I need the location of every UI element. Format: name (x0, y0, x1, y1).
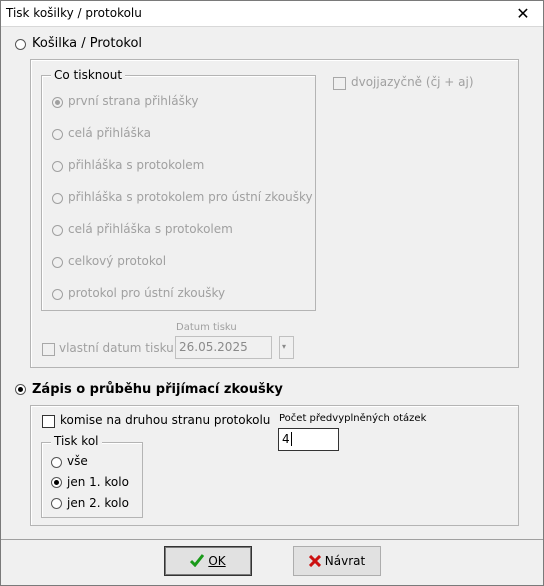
tisk-kol-legend: Tisk kol (51, 434, 102, 448)
co-tisknout-legend: Co tisknout (51, 68, 126, 82)
print-option-label: první strana přihlášky (68, 94, 199, 108)
print-option-label: protokol pro ústní zkoušky (68, 286, 226, 300)
zapis-radio-label: Zápis o průběhu přijímací zkoušky (32, 382, 283, 397)
print-option-label: celkový protokol (68, 254, 167, 268)
kosilka-radio[interactable] (15, 39, 26, 50)
ok-button-content: OK (165, 554, 251, 568)
chevron-down-icon: ▾ (282, 342, 287, 351)
dialog-window: Tisk košilky / protokolu ✕ Košilka / Pro… (0, 0, 544, 586)
button-separator (1, 539, 543, 540)
print-option-label: přihláška s protokolem (68, 158, 205, 172)
print-option-radio[interactable] (52, 193, 63, 204)
tisk-kol-label: jen 2. kolo (67, 496, 129, 510)
navrat-button-content: Návrat (294, 554, 380, 568)
vlastni-datum-label: vlastní datum tisku (59, 341, 174, 355)
ok-button[interactable]: OK (164, 546, 252, 576)
dvojjazycne-checkbox[interactable] (333, 77, 346, 90)
tisk-kol-label: jen 1. kolo (67, 475, 129, 489)
cross-icon (308, 554, 321, 568)
datum-tisku-value: 26.05.2025 (179, 340, 248, 354)
print-option-label: celá přihláška s protokolem (68, 222, 233, 236)
datum-dropdown-button[interactable]: ▾ (279, 336, 294, 359)
print-option-radio[interactable] (52, 97, 63, 108)
navrat-button-label: Návrat (324, 554, 366, 568)
kosilka-radio-label: Košilka / Protokol (32, 36, 143, 51)
tisk-kol-radio[interactable] (51, 498, 62, 509)
print-option-label: přihláška s protokolem pro ústní zkoušky (68, 190, 313, 204)
tisk-kol-radio[interactable] (51, 457, 62, 468)
pocet-label: Počet předvyplněných otázek (279, 413, 427, 424)
komise-checkbox[interactable] (42, 415, 55, 428)
komise-label: komise na druhou stranu protokolu (60, 413, 271, 427)
tisk-kol-radio[interactable] (51, 477, 62, 488)
checkmark-icon (190, 554, 205, 568)
datum-tisku-caption: Datum tisku (176, 322, 237, 333)
close-icon[interactable]: ✕ (503, 1, 543, 26)
tisk-kol-label: vše (67, 454, 88, 468)
vlastni-datum-checkbox[interactable] (42, 343, 55, 356)
dvojjazycne-label: dvojjazyčně (čj + aj) (351, 75, 474, 89)
text-cursor (291, 432, 292, 446)
print-option-radio[interactable] (52, 129, 63, 140)
print-option-radio[interactable] (52, 257, 63, 268)
title-bar: Tisk košilky / protokolu ✕ (1, 1, 543, 27)
print-option-label: celá přihláška (68, 126, 152, 140)
zapis-radio[interactable] (15, 384, 26, 395)
print-option-radio[interactable] (52, 289, 63, 300)
pocet-input[interactable]: 4 (278, 428, 339, 451)
pocet-value: 4 (282, 432, 290, 446)
print-option-radio[interactable] (52, 225, 63, 236)
datum-tisku-field[interactable]: 26.05.2025 (175, 336, 272, 359)
print-option-radio[interactable] (52, 161, 63, 172)
window-title: Tisk košilky / protokolu (6, 6, 142, 20)
navrat-button[interactable]: Návrat (293, 546, 381, 576)
ok-button-label: OK (208, 554, 226, 568)
